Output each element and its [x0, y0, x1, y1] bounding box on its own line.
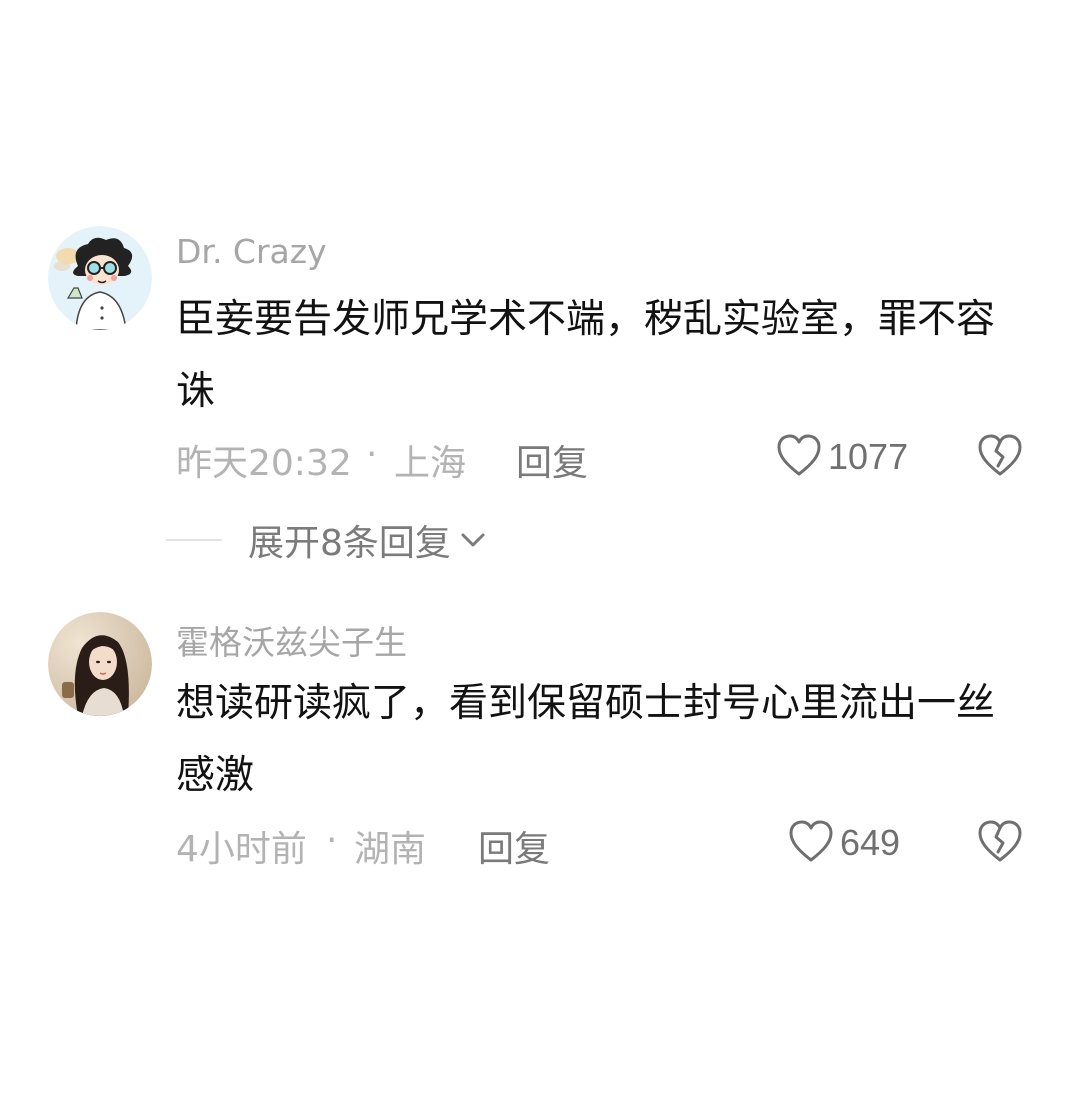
avatar[interactable] [48, 612, 152, 716]
heart-icon [788, 819, 834, 867]
comment-text: 想读研读疯了，看到保留硕士封号心里流出一丝感激 [176, 681, 996, 798]
avatar[interactable] [48, 226, 152, 330]
like-button[interactable]: 649 [788, 819, 900, 867]
like-count: 649 [840, 822, 901, 863]
like-count: 1077 [828, 436, 909, 477]
comment-text: 臣妾要告发师兄学术不端，秽乱实验室，罪不容诛 [176, 297, 996, 414]
comment-time: 4小时前 [176, 829, 307, 870]
dislike-button[interactable] [976, 433, 1024, 481]
expand-replies-row: 展开8条回复 [166, 512, 487, 568]
cartoon-scientist-avatar [48, 226, 152, 330]
meta-separator: · [326, 820, 338, 861]
username[interactable]: Dr. Crazy [176, 232, 327, 271]
broken-heart-icon [976, 434, 1024, 481]
reply-button[interactable]: 回复 [478, 820, 550, 872]
broken-heart-icon [976, 820, 1024, 867]
meta-separator: · [366, 434, 378, 475]
dislike-button[interactable] [976, 819, 1024, 867]
reply-button[interactable]: 回复 [516, 434, 588, 486]
username[interactable]: 霍格沃兹尖子生 [176, 616, 407, 664]
expand-replies-label: 展开8条回复 [248, 523, 451, 564]
chevron-down-icon [459, 530, 487, 550]
comment-location: 湖南 [354, 829, 427, 870]
comment-location: 上海 [394, 443, 467, 484]
heart-icon [776, 433, 822, 481]
expand-replies-button[interactable]: 展开8条回复 [248, 514, 487, 566]
like-button[interactable]: 1077 [776, 433, 908, 481]
girl-photo-avatar [48, 612, 152, 716]
divider-line [166, 539, 222, 541]
comment-time: 昨天20:32 [176, 443, 352, 484]
